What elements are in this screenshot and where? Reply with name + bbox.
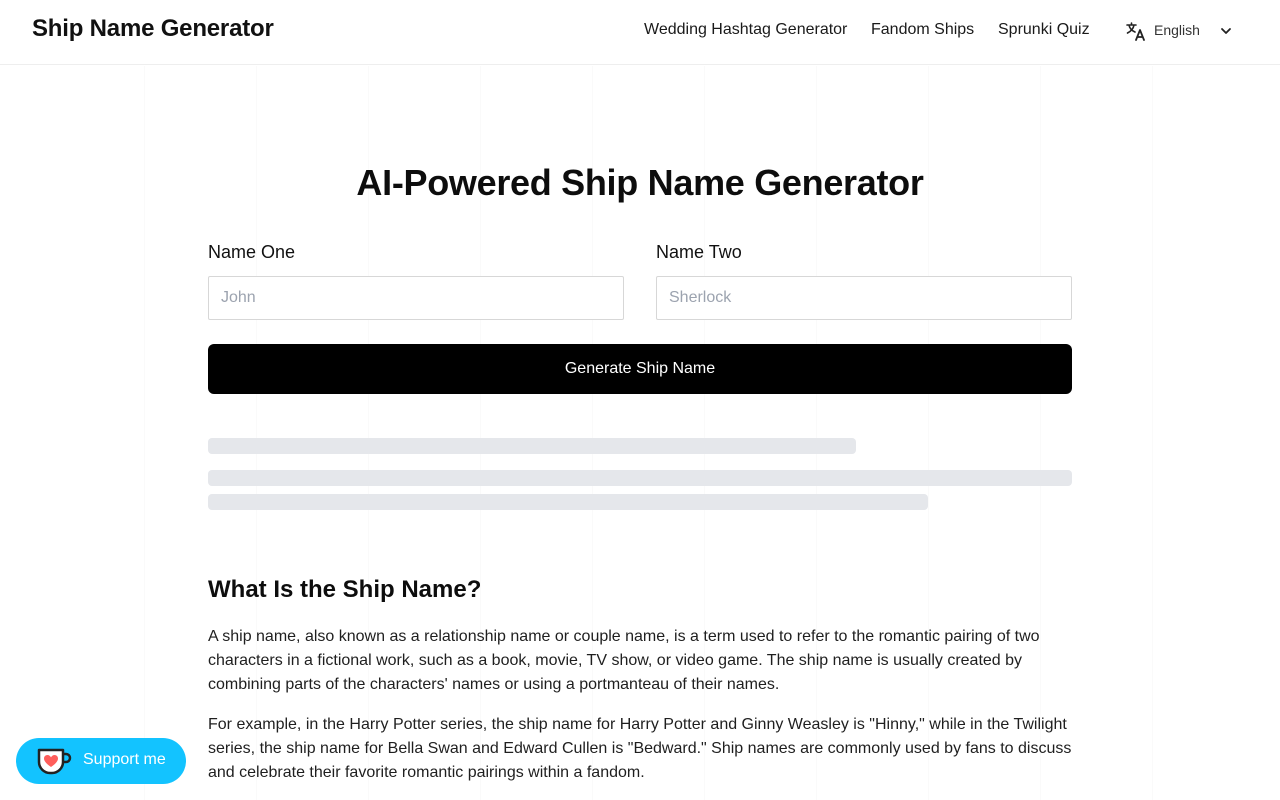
support-me-button[interactable]: Support me [16, 738, 186, 784]
loading-skeleton-line [208, 494, 928, 510]
name-two-label: Name Two [656, 242, 742, 262]
article-paragraph: For example, in the Harry Potter series,… [208, 716, 1072, 781]
page-title: AI-Powered Ship Name Generator [356, 162, 924, 203]
brand-logo-link[interactable]: Ship Name Generator [32, 15, 274, 43]
generate-ship-name-button[interactable]: Generate Ship Name [208, 344, 1072, 394]
site-header: Ship Name Generator Wedding Hashtag Gene… [0, 0, 1280, 65]
chevron-down-icon [1221, 28, 1231, 34]
language-selector[interactable]: English [1124, 18, 1236, 44]
article-paragraph: A ship name, also known as a relationshi… [208, 628, 1040, 693]
nav-link-sprunki-quiz[interactable]: Sprunki Quiz [998, 21, 1090, 39]
nav-link-fandom-ships[interactable]: Fandom Ships [871, 21, 974, 39]
name-one-label: Name One [208, 242, 296, 262]
language-label: English [1154, 22, 1200, 38]
translate-icon [1126, 22, 1145, 41]
nav-link-wedding-hashtag-generator[interactable]: Wedding Hashtag Generator [644, 21, 847, 39]
name-two-input[interactable] [656, 276, 1072, 320]
coffee-cup-heart-icon [37, 748, 72, 775]
support-me-label: Support me [83, 751, 166, 768]
loading-skeleton-line [208, 470, 1072, 486]
name-one-input[interactable] [208, 276, 624, 320]
article-heading: What Is the Ship Name? [208, 576, 482, 603]
loading-skeleton-line [208, 438, 856, 454]
